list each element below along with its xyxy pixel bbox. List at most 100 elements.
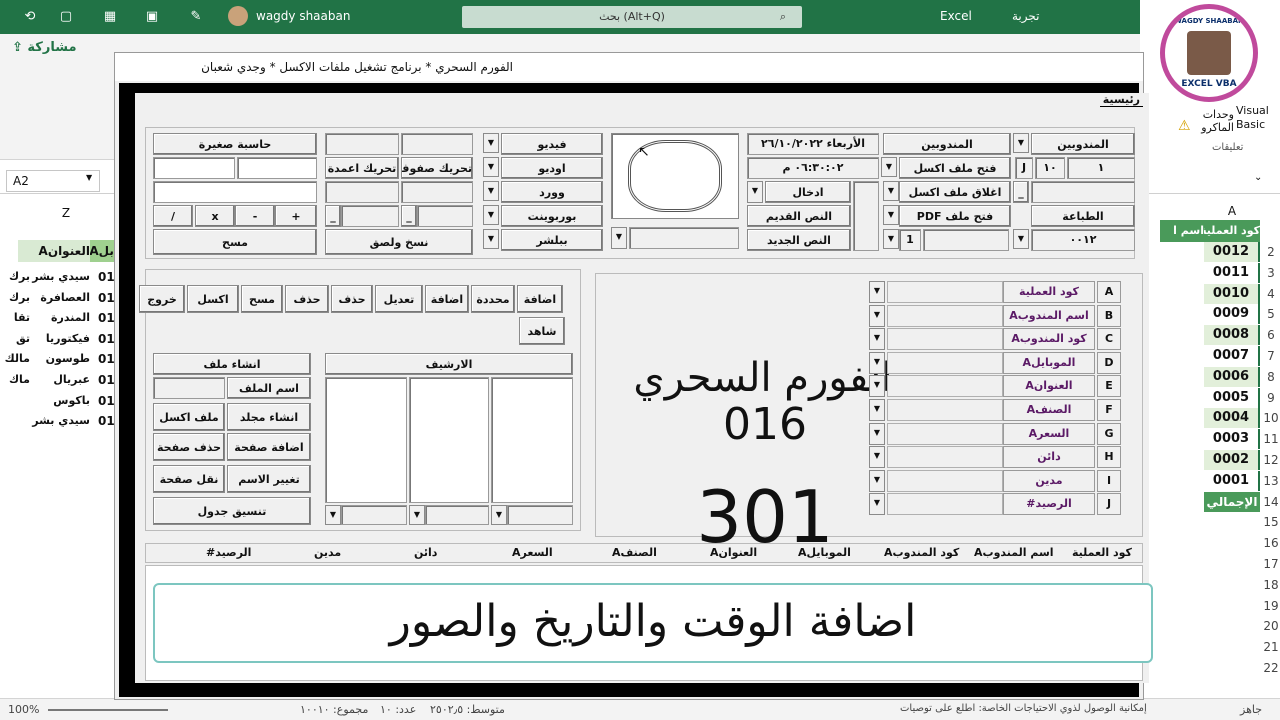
excel-file-button[interactable]: ملف اكسل <box>153 403 225 431</box>
ribbon-visual-basic[interactable]: Visual Basic <box>1236 104 1276 132</box>
zoom-level[interactable]: 100% <box>8 703 39 716</box>
row-number[interactable]: 12 <box>1262 450 1280 470</box>
row-number[interactable]: 6 <box>1262 325 1280 345</box>
pen-icon[interactable]: ✎ <box>186 7 206 27</box>
move-rows-value[interactable] <box>401 181 473 203</box>
open-excel-button[interactable]: فتح ملف اكسل <box>899 157 1011 179</box>
app-dropdown[interactable]: ▼ <box>483 157 499 177</box>
count-dropdown[interactable]: ▼ <box>883 229 899 249</box>
field-value[interactable] <box>887 304 1003 327</box>
row-number[interactable]: 22 <box>1262 658 1280 678</box>
move-rows-spin[interactable] <box>417 205 473 227</box>
row-number[interactable]: 4 <box>1262 284 1280 304</box>
code-cell[interactable]: 0002 <box>1204 450 1260 470</box>
enter-dropdown[interactable]: ▼ <box>747 181 763 203</box>
cell-name[interactable]: المندرة <box>30 311 90 324</box>
calc-display-2[interactable] <box>237 157 317 179</box>
cell-name[interactable]: سيدي بشر <box>30 270 90 283</box>
app-button-0[interactable]: فيديو <box>501 133 603 155</box>
field-value[interactable] <box>887 422 1003 445</box>
field-value[interactable] <box>887 281 1003 303</box>
row-number[interactable]: 13 <box>1262 471 1280 491</box>
header-cell[interactable]: العنوانA <box>18 240 90 262</box>
move-cols-minus[interactable]: _ <box>325 205 341 227</box>
list-header-cell[interactable]: العنوانA <box>710 546 757 559</box>
app-dropdown[interactable]: ▼ <box>483 205 499 225</box>
cell-extra[interactable]: ماك <box>0 373 30 386</box>
list-header-cell[interactable]: دائن <box>414 546 437 559</box>
code-cell[interactable]: 0003 <box>1204 429 1260 450</box>
list-header-cell[interactable]: مدين <box>314 546 341 559</box>
delegates-dropdown[interactable]: ▼ <box>1013 133 1029 153</box>
rename-button[interactable]: تغيير الاسم <box>227 465 311 493</box>
archive-list-2[interactable] <box>409 377 489 503</box>
pdf-dropdown[interactable]: ▼ <box>883 205 899 225</box>
save-icon[interactable]: ▢ <box>56 7 76 27</box>
excel-icon[interactable]: ▦ <box>100 7 120 27</box>
archive-select-1[interactable] <box>341 505 407 525</box>
app-dropdown[interactable]: ▼ <box>483 133 499 153</box>
cell-name[interactable]: فيكتوريا <box>30 332 90 345</box>
ribbon-comments[interactable]: تعليقات <box>1212 142 1243 153</box>
code-cell[interactable]: 0012 <box>1204 242 1260 262</box>
list-header-cell[interactable]: الموبايلA <box>798 546 851 559</box>
autosave-icon[interactable]: ⟲ <box>20 7 40 27</box>
avatar[interactable] <box>228 6 248 26</box>
cell-name[interactable]: عبريال <box>30 373 90 386</box>
row-number[interactable]: 18 <box>1262 575 1280 595</box>
field-value[interactable] <box>887 351 1003 374</box>
code-cell[interactable]: 0001 <box>1204 470 1260 491</box>
image-path-field[interactable] <box>629 227 739 249</box>
search-input[interactable]: بحث (Alt+Q) ⌕ <box>462 6 802 28</box>
field-value[interactable] <box>887 446 1003 469</box>
code-cell[interactable]: 0008 <box>1204 325 1260 346</box>
close-value[interactable] <box>1031 181 1135 203</box>
action-button-2[interactable]: اضافة <box>425 285 469 313</box>
open-pdf-button[interactable]: فتح ملف PDF <box>899 205 1011 227</box>
cell-name[interactable]: طوسون <box>30 352 90 365</box>
column-header-z[interactable]: Z <box>56 206 76 220</box>
app-dropdown[interactable]: ▼ <box>483 181 499 201</box>
cell-extra[interactable]: برك <box>0 270 30 283</box>
row-number[interactable]: 21 <box>1262 637 1280 657</box>
app-button-1[interactable]: اوديو <box>501 157 603 179</box>
field-dropdown[interactable]: ▼ <box>869 281 885 303</box>
image-dropdown[interactable]: ▼ <box>611 227 627 249</box>
move-rows-button[interactable]: تحريك صفوف <box>401 157 473 179</box>
field-dropdown[interactable]: ▼ <box>869 304 885 327</box>
field-dropdown[interactable]: ▼ <box>869 328 885 351</box>
archive-select-3[interactable] <box>507 505 573 525</box>
code-cell[interactable]: 0004 <box>1204 408 1260 429</box>
tab-main[interactable]: رئيسية <box>1099 93 1143 107</box>
accessibility-text[interactable]: إمكانية الوصول لذوي الاحتياجات الخاصة: ا… <box>900 703 1147 714</box>
code-cell[interactable]: 0007 <box>1204 346 1260 366</box>
row-number[interactable]: 10 <box>1262 408 1280 428</box>
row-number[interactable]: 16 <box>1262 533 1280 553</box>
move-cols-spin[interactable] <box>341 205 399 227</box>
calc-plus-button[interactable]: + <box>275 205 317 227</box>
code-cell[interactable]: 0009 <box>1204 304 1260 325</box>
list-header-cell[interactable]: كود المندوبA <box>884 546 959 559</box>
archive-list-3[interactable] <box>491 377 573 503</box>
add-sheet-button[interactable]: اضافة صفحة <box>227 433 311 461</box>
action-button-4[interactable]: حذف <box>331 285 373 313</box>
cell-name[interactable]: العصافرة <box>30 291 90 304</box>
calc-divide-button[interactable]: / <box>153 205 193 227</box>
view-button[interactable]: شاهد <box>519 317 565 345</box>
field-dropdown[interactable]: ▼ <box>869 469 885 492</box>
code-cell[interactable]: 0005 <box>1204 387 1260 408</box>
field-dropdown[interactable]: ▼ <box>869 422 885 445</box>
row-number[interactable]: 19 <box>1262 596 1280 616</box>
column-header-a[interactable]: A <box>1222 204 1242 218</box>
cell-name[interactable]: سيدي بشر <box>30 414 90 427</box>
close-minus[interactable]: _ <box>1013 181 1029 203</box>
move-cols-value[interactable] <box>325 181 399 203</box>
row-number[interactable]: 14 <box>1262 492 1280 512</box>
row-number[interactable]: 5 <box>1262 304 1280 324</box>
cell-extra[interactable]: تق <box>0 332 30 345</box>
print-button[interactable]: الطباعة <box>1031 205 1135 227</box>
field-dropdown[interactable]: ▼ <box>869 375 885 398</box>
list-header-cell[interactable]: السعرA <box>512 546 553 559</box>
close-excel-button[interactable]: اغلاق ملف اكسل <box>899 181 1011 203</box>
row-number[interactable]: 15 <box>1262 512 1280 532</box>
